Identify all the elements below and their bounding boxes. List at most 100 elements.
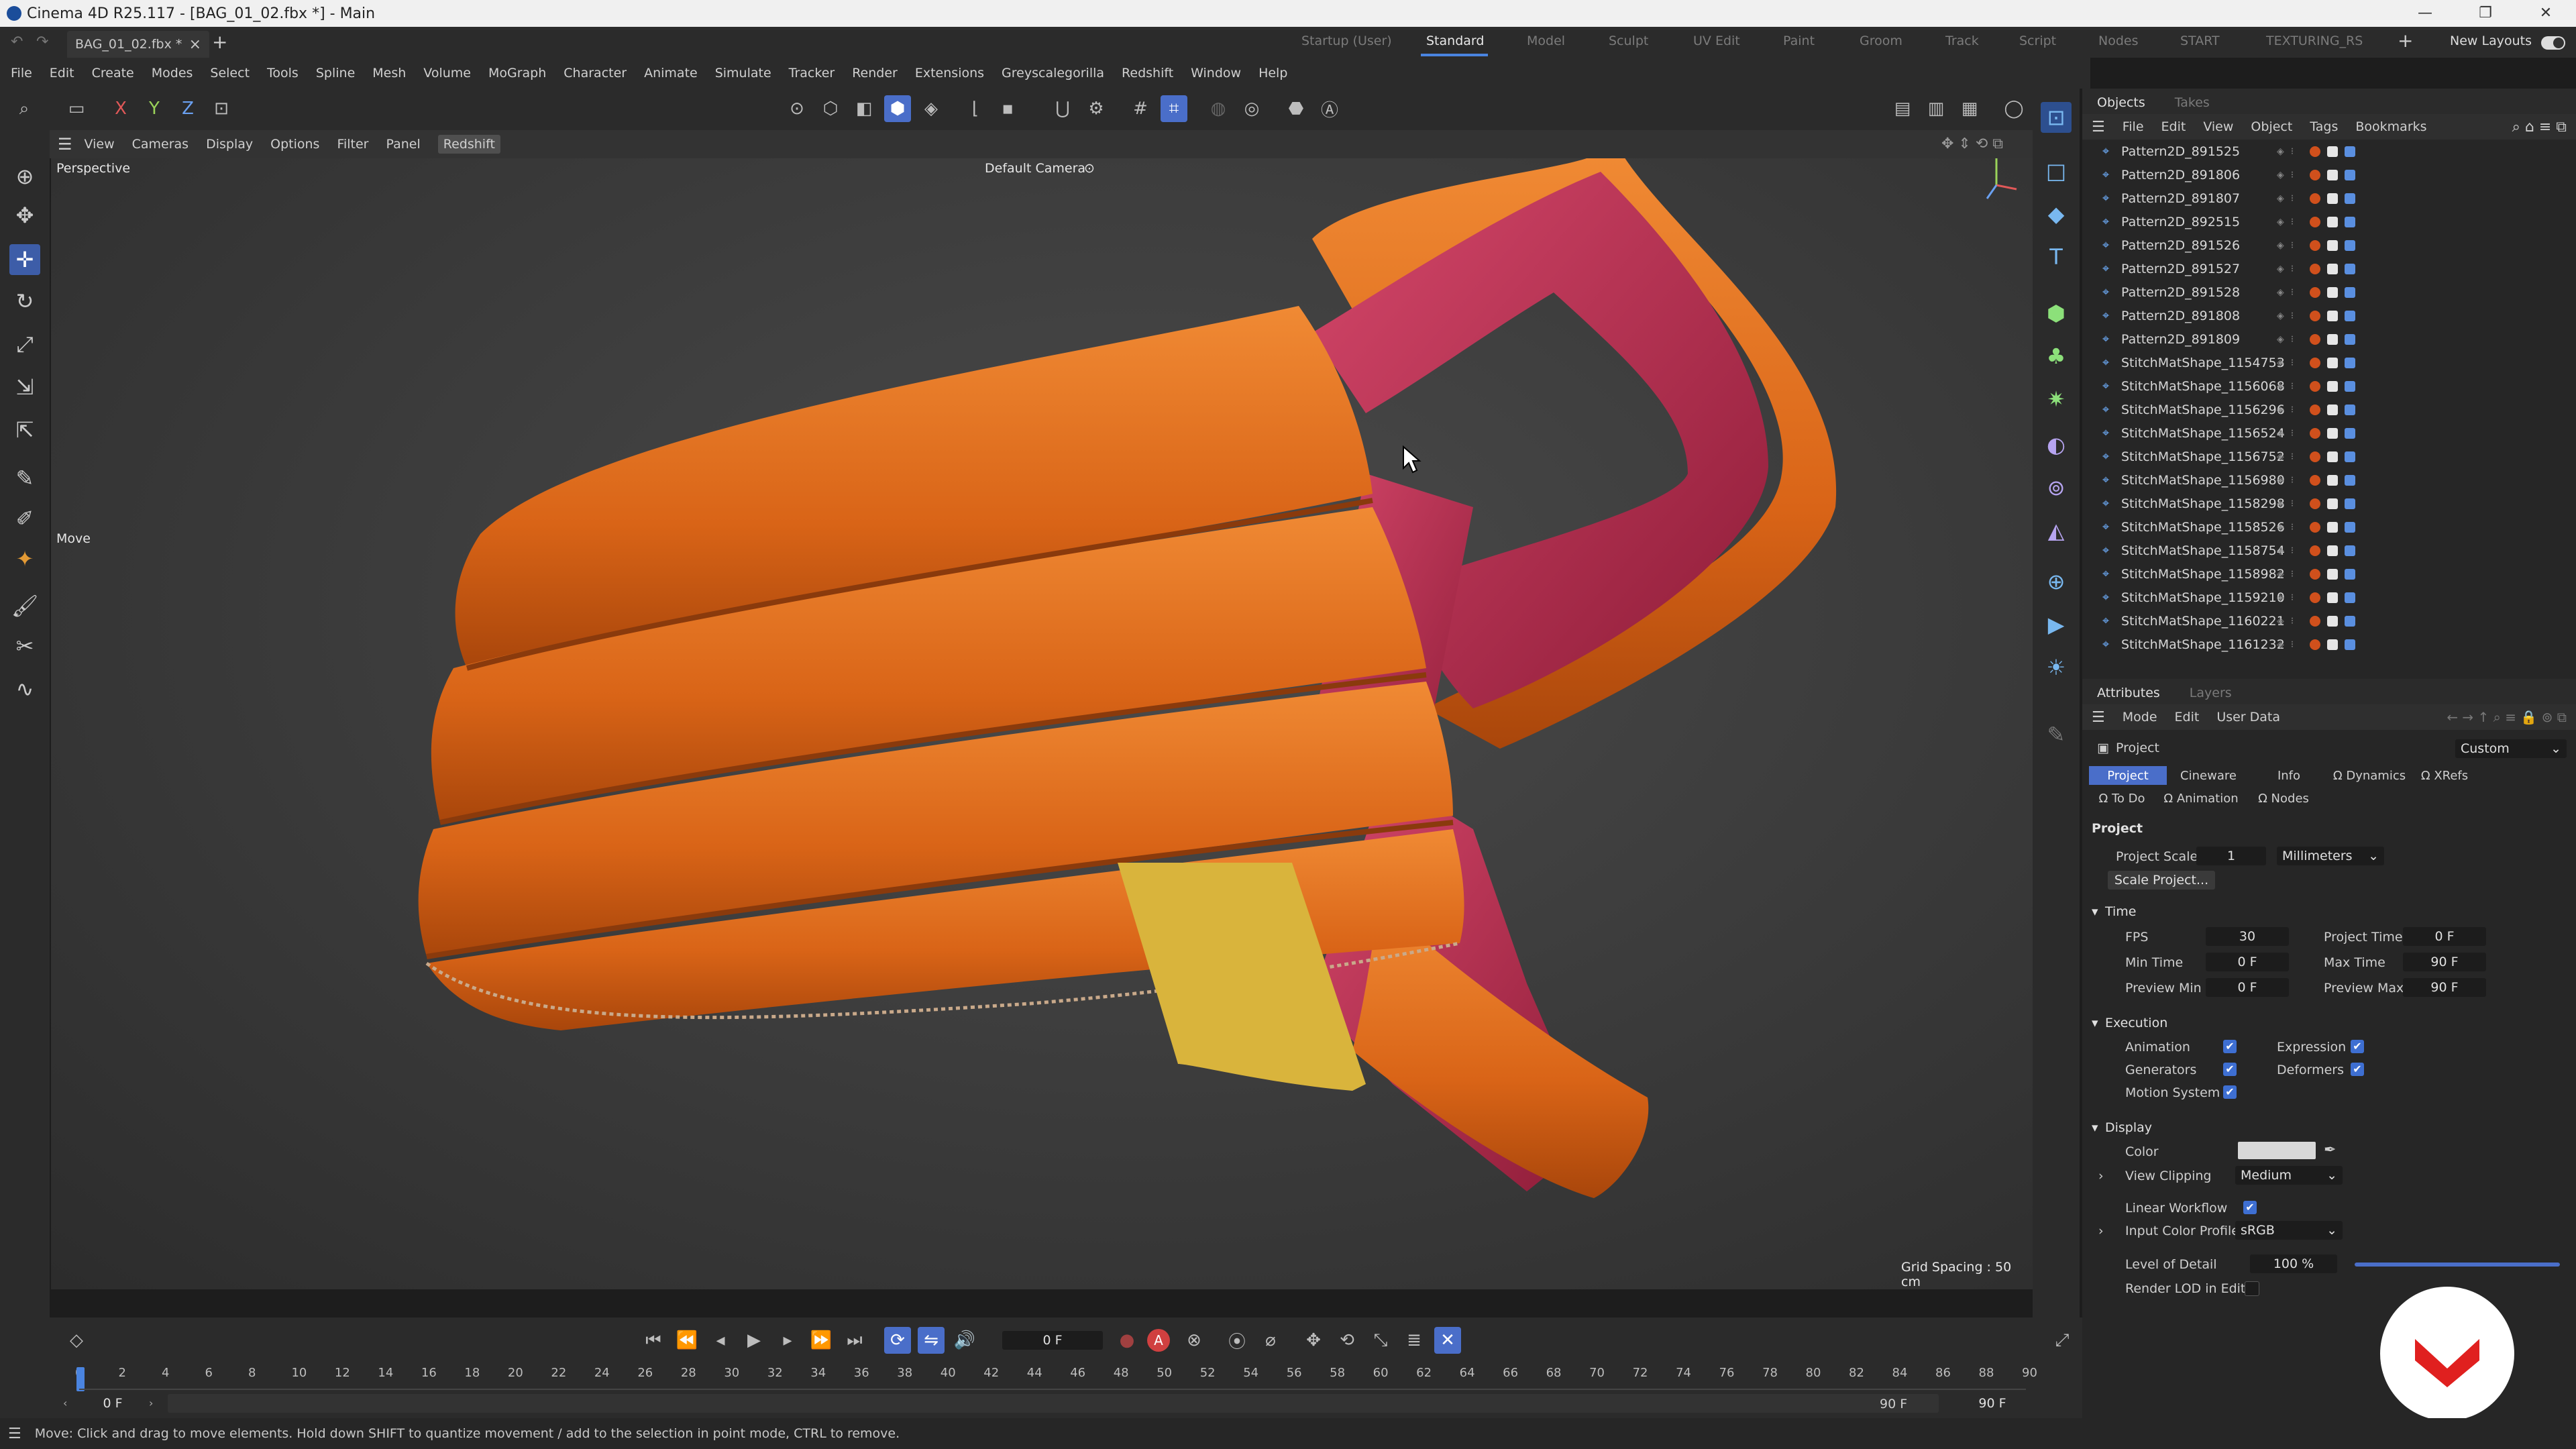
attributes-menu-mode[interactable]: Mode [2123,710,2157,724]
render-dots-icon[interactable]: ⁝ [2291,170,2294,180]
subtab-dynamics[interactable]: Ω Dynamics [2330,766,2408,785]
viewport-hamburger-icon[interactable]: ☰ [58,135,72,154]
execution-section-header-arrow[interactable]: ▾ [2092,1016,2098,1030]
deformer-icon[interactable]: ◐ [2041,429,2072,460]
object-row[interactable]: ⌖ Pattern2D_891809 ◈ ⁝ [2082,327,2576,351]
object-row[interactable]: ⌖ Pattern2D_891808 ◈ ⁝ [2082,304,2576,327]
eyedropper-icon[interactable]: ✒ [2324,1142,2336,1159]
snap-magnet-icon[interactable]: ⋃ [1049,95,1076,122]
selection-tag-icon[interactable] [2345,404,2356,415]
new-layouts-toggle[interactable] [2541,36,2565,50]
selection-tag-icon[interactable] [2345,263,2356,274]
view-clipping-expand-icon[interactable]: › [2098,1169,2104,1183]
menu-character[interactable]: Character [564,66,627,80]
document-tab[interactable]: BAG_01_02.fbx * × [67,31,209,58]
visibility-dots-icon[interactable]: ◈ [2277,592,2284,603]
live-selection-icon[interactable]: ⊕ [9,161,40,192]
render-dots-icon[interactable]: ⁝ [2291,358,2294,368]
texture-tag-icon[interactable] [2327,639,2339,650]
cube-primitive-icon[interactable]: ◆ [2041,199,2072,229]
key-position-icon[interactable]: ✥ [1300,1327,1327,1354]
object-row[interactable]: ⌖ Pattern2D_891807 ◈ ⁝ [2082,186,2576,210]
tab-layers[interactable]: Layers [2190,686,2232,704]
visibility-dots-icon[interactable]: ◈ [2277,334,2284,345]
material-tag-icon[interactable] [2310,333,2321,345]
texture-tag-icon[interactable] [2327,498,2339,509]
selection-tag-icon[interactable] [2345,451,2356,462]
material-tag-icon[interactable] [2310,404,2321,415]
menu-redshift[interactable]: Redshift [1122,66,1173,80]
viewport-menu-cameras[interactable]: Cameras [132,137,189,152]
object-row[interactable]: ⌖ Pattern2D_891525 ◈ ⁝ [2082,140,2576,163]
environment-icon[interactable]: ⊕ [2041,566,2072,597]
layout-tab-track[interactable]: Track [1945,34,1979,48]
selection-tag-icon[interactable] [2345,239,2356,251]
material-tag-icon[interactable] [2310,615,2321,627]
deformers-checkbox[interactable]: ✔ [2351,1063,2364,1076]
move-tool-icon[interactable]: ✛ [9,244,40,275]
viewport-menu-options[interactable]: Options [270,137,319,152]
render-settings-icon[interactable]: ▦ [1956,95,1983,122]
menu-mograph[interactable]: MoGraph [488,66,546,80]
tab-objects[interactable]: Objects [2097,95,2145,114]
object-row[interactable]: ⌖ StitchMatShape_1156524 ◈ ⁝ [2082,421,2576,445]
render-dots-icon[interactable]: ⁝ [2291,569,2294,580]
subtab-info[interactable]: Info [2250,766,2328,785]
viewport-menu-display[interactable]: Display [206,137,253,152]
attributes-hamburger-icon[interactable]: ☰ [2092,709,2105,726]
texture-tag-icon[interactable] [2327,474,2339,486]
x-axis-toggle[interactable]: X [107,95,134,122]
magnet-tool-icon[interactable]: ∿ [9,674,40,704]
menu-modes[interactable]: Modes [152,66,193,80]
key-rotation-icon[interactable]: ⟲ [1334,1327,1360,1354]
attributes-nav-icons[interactable]: ← → ↑ ⌕ ≡ 🔒 ⊚ ⧉ [2447,709,2567,725]
layout-tab-uv-edit[interactable]: UV Edit [1693,34,1740,48]
visibility-dots-icon[interactable]: ◈ [2277,451,2284,462]
linear-workflow-checkbox[interactable]: ✔ [2243,1201,2257,1214]
texture-tag-icon[interactable] [2327,451,2339,462]
undo-icon[interactable]: ↶ [11,34,23,50]
project-scale-field[interactable]: 1 [2196,847,2266,865]
coordinate-system-icon[interactable]: ⊡ [208,95,235,122]
objects-menu-object[interactable]: Object [2251,119,2292,134]
scale-tool-icon[interactable]: ⤢ [9,329,40,360]
render-dots-icon[interactable]: ⁝ [2291,240,2294,251]
field-icon[interactable]: ⊚ [2041,472,2072,503]
object-row[interactable]: ⌖ Pattern2D_891526 ◈ ⁝ [2082,233,2576,257]
layout-tab-paint[interactable]: Paint [1783,34,1815,48]
object-row[interactable]: ⌖ StitchMatShape_1154753 ◈ ⁝ [2082,351,2576,374]
render-view-icon[interactable]: ▤ [1889,95,1916,122]
texture-tag-icon[interactable] [2327,357,2339,368]
render-dots-icon[interactable]: ⁝ [2291,498,2294,509]
subtab-cineware[interactable]: Cineware [2169,766,2247,785]
objects-menu-edit[interactable]: Edit [2161,119,2186,134]
texture-tag-icon[interactable] [2327,404,2339,415]
selection-tag-icon[interactable] [2345,310,2356,321]
pen-palette-icon[interactable]: ✎ [2041,719,2072,750]
object-row[interactable]: ⌖ StitchMatShape_1158526 ◈ ⁝ [2082,515,2576,539]
texture-tag-icon[interactable] [2327,239,2339,251]
light-icon[interactable]: ☀ [2041,652,2072,683]
keyframe-diamond-icon[interactable]: ◇ [63,1327,90,1354]
menu-volume[interactable]: Volume [423,66,471,80]
timeline-ruler[interactable]: 0246810121416182022242628303234363840424… [75,1366,2037,1386]
redshift-render-icon[interactable]: Ⓐ [1316,95,1343,122]
render-lod-checkbox[interactable] [2245,1281,2259,1296]
redshift-ipr-icon[interactable]: ⬣ [1283,95,1309,122]
menu-select[interactable]: Select [210,66,250,80]
layout-tab-texturing-rs[interactable]: TEXTURING_RS [2266,34,2363,48]
material-tag-icon[interactable] [2310,216,2321,227]
texture-tag-icon[interactable] [2327,615,2339,627]
status-menu-icon[interactable]: ☰ [8,1426,21,1442]
subtab-project[interactable]: Project [2089,766,2167,785]
interpolation-icon[interactable]: ⌀ [1257,1327,1284,1354]
preset-dropdown[interactable]: Custom ⌄ [2455,739,2567,758]
render-dots-icon[interactable]: ⁝ [2291,264,2294,274]
visibility-dots-icon[interactable]: ◈ [2277,428,2284,439]
texture-tag-icon[interactable] [2327,521,2339,533]
input-color-profile-expand-icon[interactable]: › [2098,1224,2104,1238]
layout-tab-nodes[interactable]: Nodes [2098,34,2139,48]
color-swatch[interactable] [2238,1142,2316,1159]
visibility-dots-icon[interactable]: ◈ [2277,240,2284,251]
material-tag-icon[interactable] [2310,239,2321,251]
